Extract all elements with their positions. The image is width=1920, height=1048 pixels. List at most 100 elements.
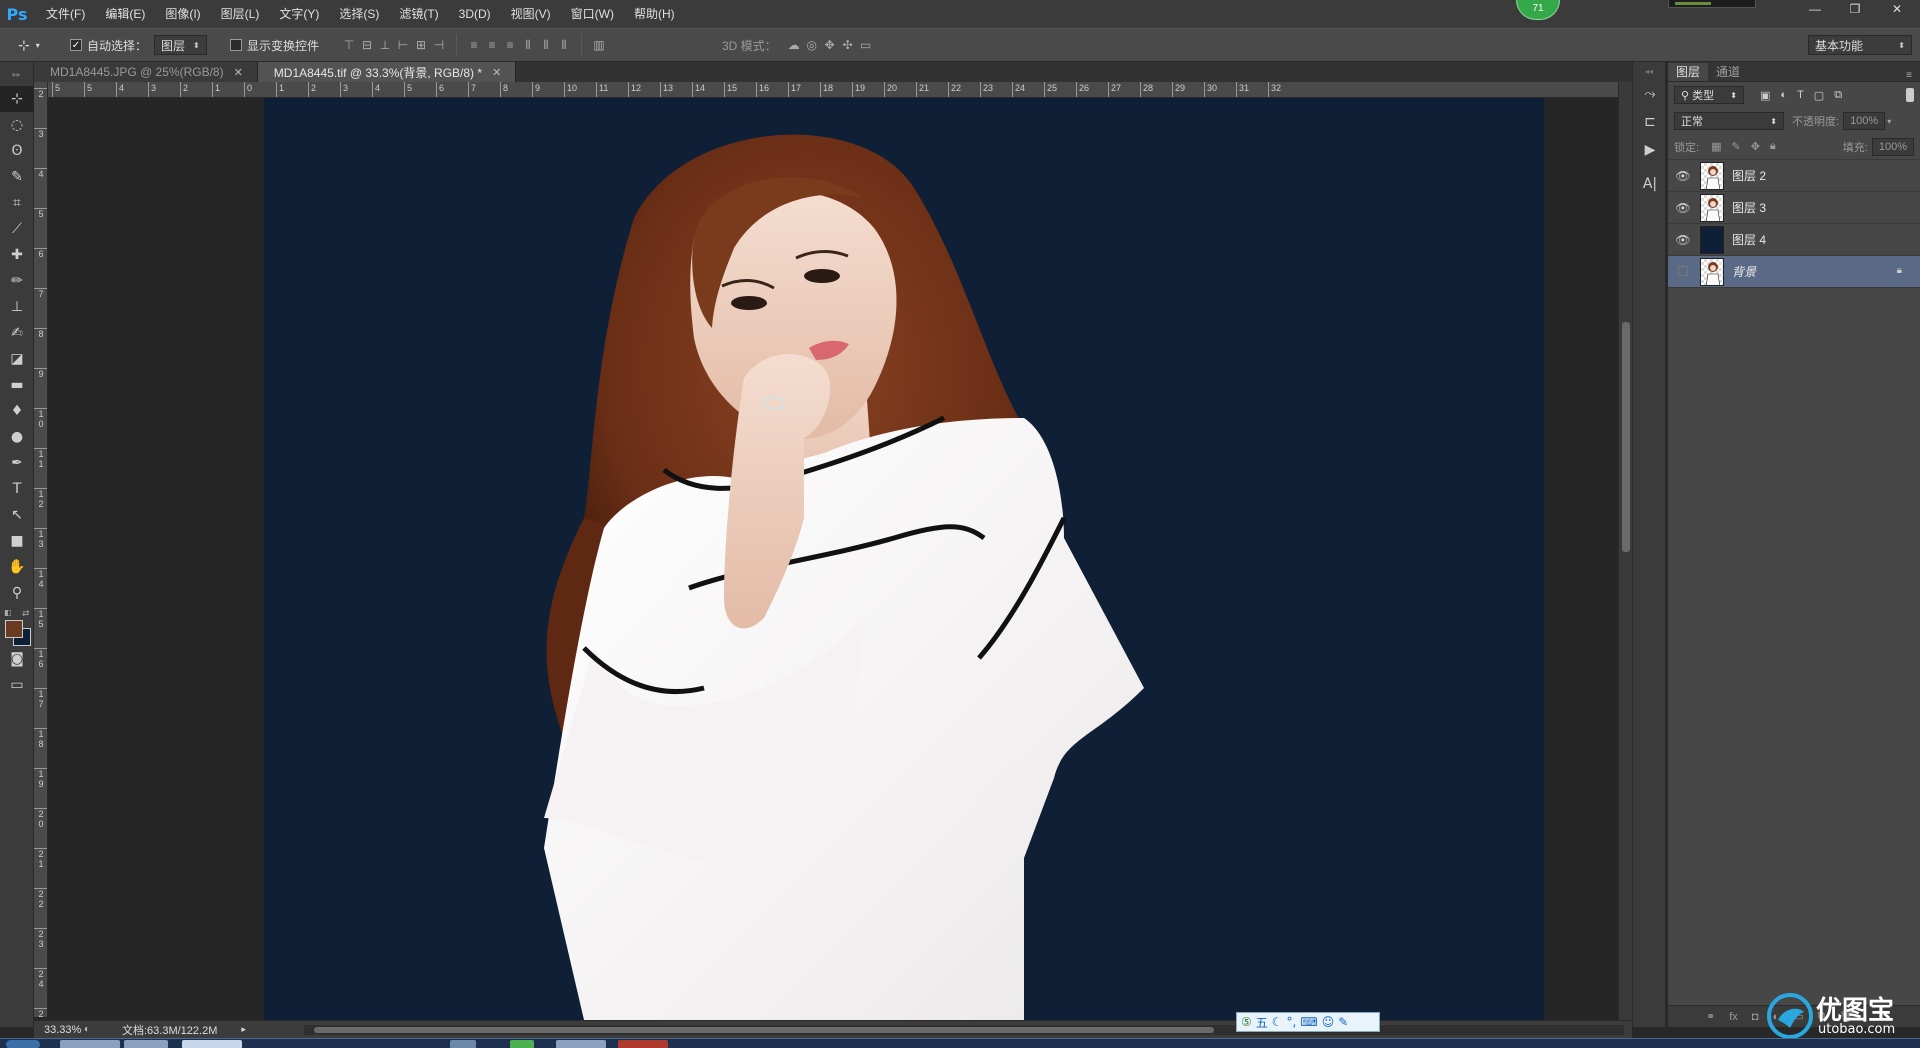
dodge-tool-icon[interactable]: ● (0, 424, 34, 450)
taskbar-item[interactable] (60, 1040, 120, 1048)
menu-item[interactable]: 图像(I) (155, 0, 210, 28)
lasso-tool-icon[interactable]: ʘ (0, 138, 34, 164)
crop-tool-icon[interactable]: ⌗ (0, 190, 34, 216)
pen-tool-icon[interactable]: ✒ (0, 450, 34, 476)
tab-layers[interactable]: 图层 (1668, 63, 1709, 81)
visibility-eye-icon[interactable]: 👁︎ (1668, 169, 1698, 183)
filter-pixel-icon[interactable]: ▣ (1760, 89, 1770, 102)
horizontal-scrollbar[interactable] (304, 1025, 1624, 1035)
scale-3d-icon[interactable]: ▭ (857, 35, 875, 55)
taskbar-item[interactable] (556, 1040, 606, 1048)
align-bottom-icon[interactable]: ⊥ (376, 35, 394, 55)
close-button[interactable]: ✕ (1882, 0, 1912, 20)
layer-row[interactable]: 👁︎ 图层 3 (1668, 192, 1920, 224)
menu-item[interactable]: 选择(S) (329, 0, 389, 28)
close-icon[interactable]: ✕ (234, 66, 243, 79)
visibility-eye-icon[interactable]: 👁︎ (1668, 201, 1698, 215)
tab-md1a8445-tif[interactable]: MD1A8445.tif @ 33.3%(背景, RGB/8) * ✕ (257, 62, 517, 82)
fx-icon[interactable]: fx (1729, 1011, 1738, 1023)
lock-position-icon[interactable]: ✥ (1751, 140, 1760, 153)
menu-item[interactable]: 3D(D) (449, 0, 501, 28)
eraser-tool-icon[interactable]: ◪ (0, 346, 34, 372)
move-tool-icon[interactable]: ⊹ (0, 86, 34, 112)
layer-name[interactable]: 背景 (1732, 263, 1756, 280)
taskbar-item[interactable] (124, 1040, 168, 1048)
slide-3d-icon[interactable]: ✣ (839, 35, 857, 55)
lock-transparency-icon[interactable]: ▦ (1711, 140, 1721, 153)
drag-3d-icon[interactable]: ✥ (821, 35, 839, 55)
swap-colors-icon[interactable]: ⇄ (22, 608, 30, 619)
healing-tool-icon[interactable]: ✚ (0, 242, 34, 268)
ime-logo-icon[interactable]: ⑤ (1241, 1015, 1252, 1029)
restore-button[interactable]: ❐ (1840, 0, 1870, 20)
scrollbar-thumb[interactable] (1622, 322, 1630, 552)
filter-adjustment-icon[interactable]: ◐ (1780, 89, 1787, 102)
align-vcenter-icon[interactable]: ⊟ (358, 35, 376, 55)
ime-punct-icon[interactable]: °, (1287, 1015, 1297, 1029)
actions-panel-icon[interactable]: ▶ (1633, 136, 1667, 164)
auto-select-dropdown[interactable]: 图层 ⬍ (154, 35, 207, 55)
panel-collapse-icon[interactable]: ▸▸ (0, 62, 33, 86)
auto-align-icon[interactable]: ▥ (590, 35, 608, 55)
visibility-eye-icon[interactable]: 👁︎ (1668, 233, 1698, 247)
filter-type-dropdown[interactable]: ⚲ 类型 ⬍ (1674, 86, 1744, 104)
zoom-level[interactable]: 33.33% (34, 1024, 84, 1036)
lock-all-icon[interactable]: 🔒︎ (1770, 140, 1776, 153)
status-arrow-icon[interactable]: ▸ (241, 1024, 246, 1035)
status-settings-icon[interactable]: ◐ (84, 1024, 102, 1035)
vertical-ruler[interactable]: 2345678910111213141516171819202122232425 (34, 82, 48, 1017)
vertical-scrollbar[interactable] (1618, 82, 1632, 1027)
taskbar-item[interactable] (450, 1040, 476, 1048)
scrollbar-thumb[interactable] (314, 1027, 1214, 1033)
workspace-dropdown[interactable]: 基本功能 ⬍ (1808, 35, 1912, 55)
link-icon[interactable]: ⚭ (1706, 1010, 1715, 1023)
blend-mode-dropdown[interactable]: 正常 ⬍ (1674, 112, 1784, 130)
mask-icon[interactable]: ◘ (1752, 1011, 1759, 1023)
layer-name[interactable]: 图层 3 (1732, 199, 1766, 216)
history-panel-icon[interactable]: ⤳ (1633, 80, 1667, 108)
menu-item[interactable]: 图层(L) (211, 0, 270, 28)
ime-tool-icon[interactable]: ✎ (1338, 1015, 1348, 1029)
hand-tool-icon[interactable]: ✋ (0, 554, 34, 580)
document-canvas[interactable] (264, 98, 1544, 1020)
align-left-icon[interactable]: ⊢ (394, 35, 412, 55)
align-hcenter-icon[interactable]: ⊞ (412, 35, 430, 55)
eyedropper-tool-icon[interactable]: ⟋ (0, 216, 34, 242)
taskbar-item[interactable] (510, 1040, 534, 1048)
minimize-button[interactable]: — (1800, 0, 1830, 20)
menu-item[interactable]: 窗口(W) (561, 0, 624, 28)
doc-info[interactable]: 文档:63.3M/122.2M (122, 1022, 217, 1038)
start-button[interactable] (6, 1040, 40, 1048)
taskbar-item[interactable] (618, 1040, 668, 1048)
distribute-vcenter-icon[interactable]: ≡ (483, 35, 501, 55)
distribute-right-icon[interactable]: ⦀ (555, 35, 573, 55)
distribute-left-icon[interactable]: ⦀ (519, 35, 537, 55)
foreground-color-swatch[interactable] (5, 620, 23, 638)
brush-tool-icon[interactable]: ✏ (0, 268, 34, 294)
move-tool-preset[interactable]: ⊹ ▾ (18, 29, 40, 61)
align-top-icon[interactable]: ⊤ (340, 35, 358, 55)
visibility-eye-icon[interactable] (1668, 265, 1698, 279)
roll-3d-icon[interactable]: ◎ (803, 35, 821, 55)
distribute-bottom-icon[interactable]: ≡ (501, 35, 519, 55)
taskbar-item[interactable] (182, 1040, 242, 1048)
canvas-area[interactable] (48, 98, 1618, 1020)
layer-name[interactable]: 图层 2 (1732, 167, 1766, 184)
tab-md1a8445-jpg[interactable]: MD1A8445.JPG @ 25%(RGB/8) ✕ (34, 62, 258, 82)
path-select-tool-icon[interactable]: ↖ (0, 502, 34, 528)
filter-type-icon[interactable]: T (1797, 89, 1804, 102)
filter-smart-icon[interactable]: ⧉ (1834, 89, 1842, 102)
layer-row[interactable]: 👁︎ 图层 4 (1668, 224, 1920, 256)
zoom-tool-icon[interactable]: ⚲ (0, 580, 34, 606)
menu-item[interactable]: 编辑(E) (95, 0, 155, 28)
properties-panel-icon[interactable]: ⊏ (1633, 108, 1667, 136)
ime-user-icon[interactable]: ☺ (1322, 1015, 1335, 1029)
rotate-3d-icon[interactable]: ☁ (785, 35, 803, 55)
ime-keyboard-icon[interactable]: ⌨ (1300, 1015, 1317, 1029)
layer-row[interactable]: 背景 🔒︎ (1668, 256, 1920, 288)
opacity-slider-icon[interactable]: ▾ (1887, 117, 1891, 126)
filter-toggle[interactable] (1906, 88, 1914, 102)
opacity-input[interactable]: 100% (1843, 112, 1886, 130)
menu-item[interactable]: 滤镜(T) (389, 0, 448, 28)
rectangle-tool-icon[interactable]: ■ (0, 528, 34, 554)
